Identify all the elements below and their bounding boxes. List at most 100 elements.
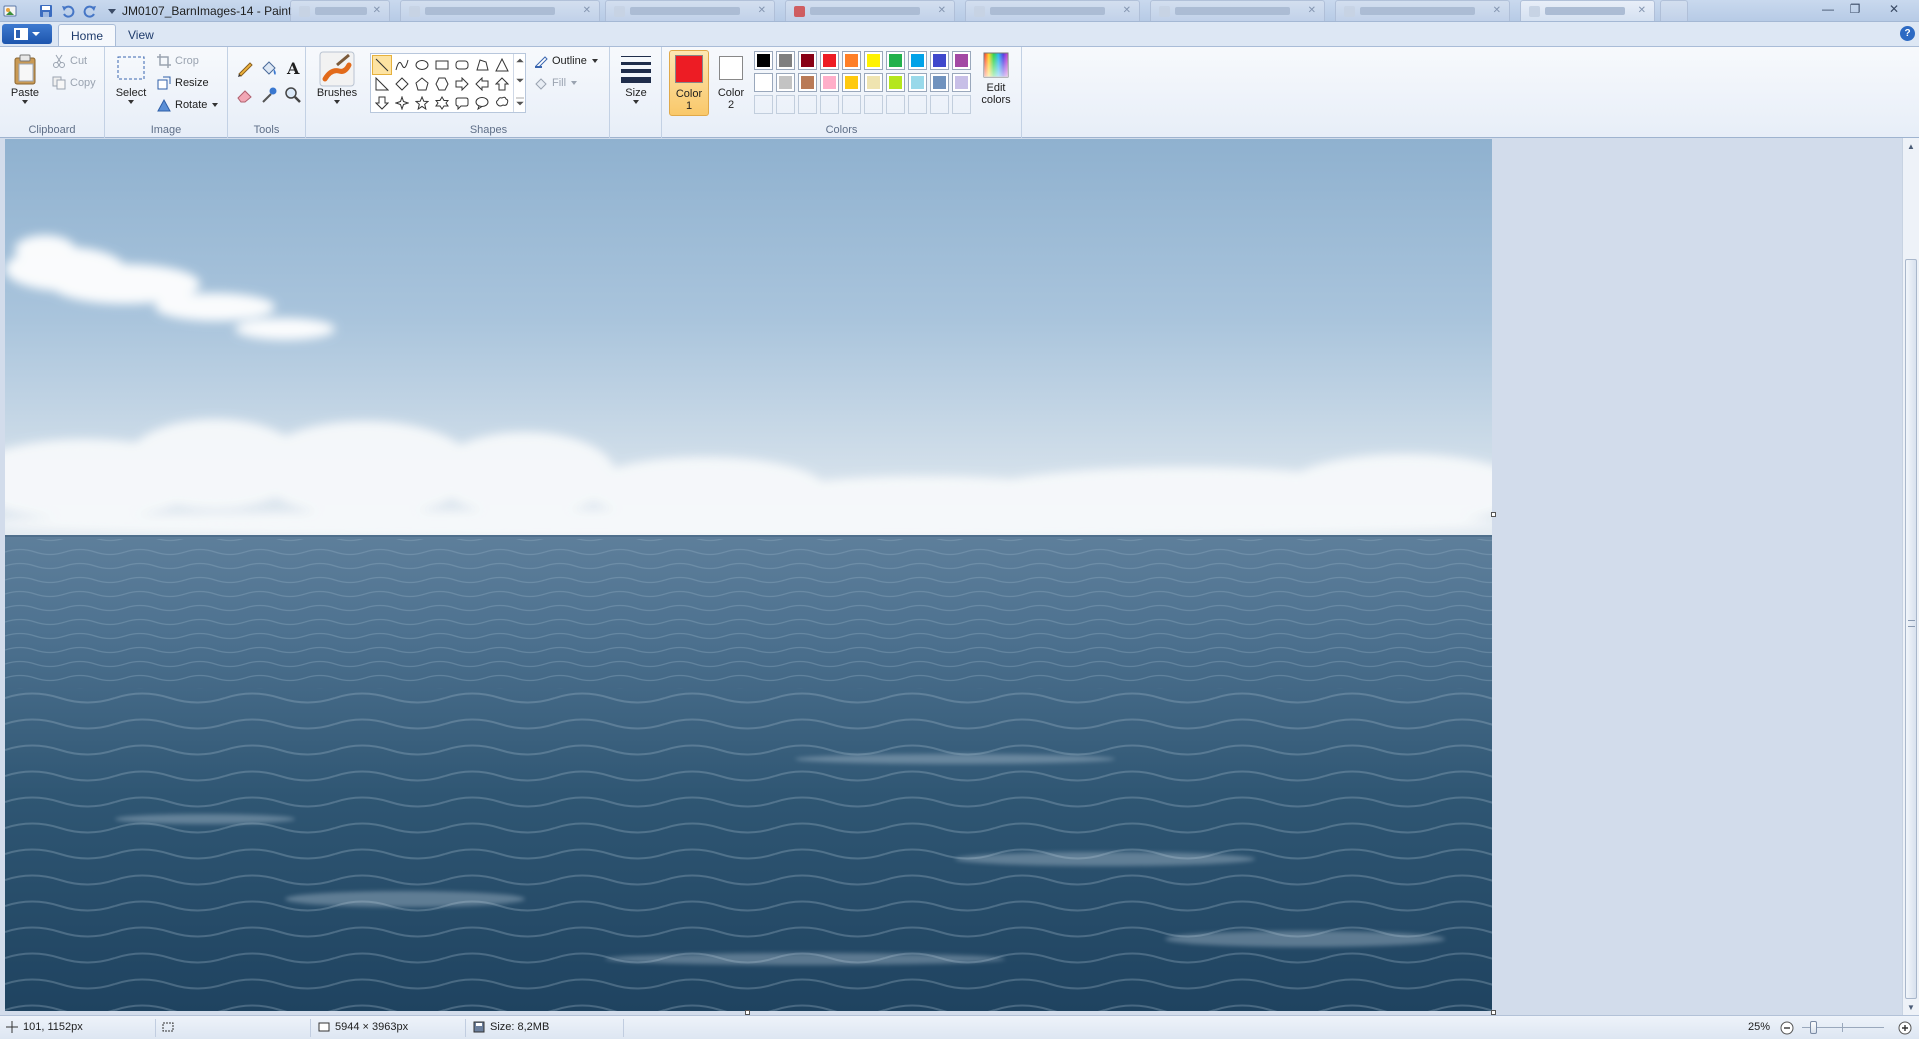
save-icon[interactable]	[38, 3, 54, 19]
select-button[interactable]: Select	[111, 53, 151, 105]
palette-swatch[interactable]	[842, 51, 861, 70]
custom-color-slot[interactable]	[952, 95, 971, 114]
palette-swatch[interactable]	[952, 51, 971, 70]
polygon-shape[interactable]	[472, 55, 492, 75]
eraser-tool[interactable]	[233, 84, 257, 106]
palette-swatch[interactable]	[886, 51, 905, 70]
custom-color-slot[interactable]	[908, 95, 927, 114]
rectangle-shape[interactable]	[432, 55, 452, 75]
close-button[interactable]: ✕	[1877, 0, 1911, 18]
color2-button[interactable]: Color 2	[711, 50, 751, 116]
copy-button[interactable]: Copy	[52, 76, 96, 90]
palette-swatch[interactable]	[798, 51, 817, 70]
pencil-tool[interactable]	[233, 57, 257, 79]
zoom-slider[interactable]	[1802, 1021, 1884, 1034]
redo-icon[interactable]	[82, 3, 98, 19]
zoom-out-button[interactable]	[1780, 1021, 1794, 1035]
tab-view[interactable]: View	[116, 24, 166, 46]
curve-shape[interactable]	[392, 55, 412, 75]
scroll-up-icon[interactable]: ▲	[1903, 138, 1919, 154]
custom-color-slot[interactable]	[820, 95, 839, 114]
edit-colors-button[interactable]: Edit colors	[974, 51, 1018, 106]
crop-button[interactable]: Crop	[157, 54, 199, 68]
fill-button[interactable]: Fill	[534, 76, 578, 90]
palette-swatch[interactable]	[930, 73, 949, 92]
custom-color-slot[interactable]	[842, 95, 861, 114]
hexagon-shape[interactable]	[432, 74, 452, 94]
custom-color-slot[interactable]	[864, 95, 883, 114]
minimize-button[interactable]: —	[1815, 0, 1841, 18]
four-point-star-shape[interactable]	[392, 93, 412, 113]
palette-swatch[interactable]	[886, 73, 905, 92]
pentagon-shape[interactable]	[412, 74, 432, 94]
palette-swatch[interactable]	[842, 73, 861, 92]
text-tool[interactable]: A	[281, 57, 305, 79]
palette-swatch[interactable]	[798, 73, 817, 92]
zoom-slider-thumb[interactable]	[1810, 1021, 1817, 1034]
tab-home[interactable]: Home	[58, 24, 117, 46]
diamond-shape[interactable]	[392, 74, 412, 94]
oval-shape[interactable]	[412, 55, 432, 75]
color-picker-tool[interactable]	[257, 84, 281, 106]
custom-color-slot[interactable]	[886, 95, 905, 114]
palette-swatch[interactable]	[864, 73, 883, 92]
custom-color-slot[interactable]	[798, 95, 817, 114]
palette-swatch[interactable]	[930, 51, 949, 70]
paste-button[interactable]: Paste	[8, 53, 42, 105]
up-arrow-shape[interactable]	[492, 74, 512, 94]
vertical-scrollbar[interactable]: ▲ ▼	[1902, 138, 1919, 1015]
file-size: Size: 8,2MB	[473, 1021, 549, 1033]
six-point-star-shape[interactable]	[432, 93, 452, 113]
paint-app-icon[interactable]	[2, 3, 18, 19]
right-arrow-shape[interactable]	[452, 74, 472, 94]
custom-color-slot[interactable]	[754, 95, 773, 114]
help-icon[interactable]: ?	[1900, 26, 1915, 41]
canvas-image[interactable]	[5, 139, 1492, 1011]
palette-swatch[interactable]	[754, 73, 773, 92]
palette-swatch[interactable]	[776, 51, 795, 70]
palette-swatch[interactable]	[820, 51, 839, 70]
resize-handle-right[interactable]	[1491, 512, 1496, 517]
zoom-in-button[interactable]	[1898, 1021, 1912, 1035]
oval-callout-shape[interactable]	[472, 93, 492, 113]
custom-color-slot[interactable]	[776, 95, 795, 114]
scroll-down-icon[interactable]: ▼	[1903, 999, 1919, 1015]
undo-icon[interactable]	[60, 3, 76, 19]
rotate-button[interactable]: Rotate	[157, 98, 219, 112]
outline-button[interactable]: Outline	[534, 54, 599, 68]
down-arrow-shape[interactable]	[372, 93, 392, 113]
cut-button[interactable]: Cut	[52, 54, 87, 68]
five-point-star-shape[interactable]	[412, 93, 432, 113]
triangle-shape[interactable]	[492, 55, 512, 75]
rounded-callout-shape[interactable]	[452, 93, 472, 113]
customize-dropdown-icon[interactable]	[104, 3, 120, 19]
palette-swatch[interactable]	[908, 73, 927, 92]
zoom-slider-tick	[1842, 1023, 1843, 1032]
line-shape[interactable]	[372, 55, 392, 75]
palette-swatch[interactable]	[820, 73, 839, 92]
custom-color-slot[interactable]	[930, 95, 949, 114]
scrollbar-thumb[interactable]	[1905, 259, 1917, 999]
palette-swatch[interactable]	[864, 51, 883, 70]
right-triangle-shape[interactable]	[372, 74, 392, 94]
palette-swatch[interactable]	[754, 51, 773, 70]
paint-menu-button[interactable]	[2, 24, 52, 44]
color1-button[interactable]: Color 1	[669, 50, 709, 116]
resize-button[interactable]: Resize	[157, 76, 209, 90]
left-arrow-shape[interactable]	[472, 74, 492, 94]
fill-tool[interactable]	[257, 57, 281, 79]
brushes-button[interactable]: Brushes	[314, 51, 360, 105]
cloud-callout-shape[interactable]	[492, 93, 512, 113]
palette-swatch[interactable]	[952, 73, 971, 92]
palette-swatch[interactable]	[776, 73, 795, 92]
background-tab: ✕	[965, 0, 1140, 21]
restore-button[interactable]: ❐	[1842, 0, 1868, 18]
swatch-color	[867, 54, 880, 67]
magnifier-tool[interactable]	[281, 84, 305, 106]
shapes-gallery-scroll[interactable]	[513, 54, 525, 112]
palette-swatch[interactable]	[908, 51, 927, 70]
canvas-workspace[interactable]	[0, 138, 1902, 1015]
size-button[interactable]: Size	[616, 53, 656, 105]
color2-label: Color	[717, 87, 745, 99]
rounded-rectangle-shape[interactable]	[452, 55, 472, 75]
